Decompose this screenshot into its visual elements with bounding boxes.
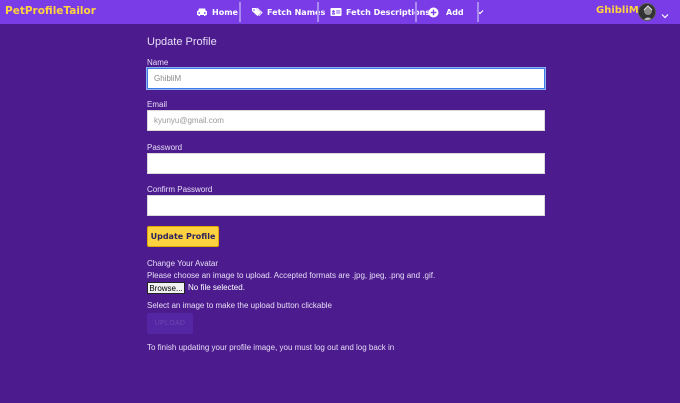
confirm-password-field[interactable] bbox=[147, 195, 545, 216]
nav-home[interactable]: Home bbox=[196, 0, 238, 24]
avatar[interactable] bbox=[638, 3, 656, 21]
top-navbar: PetProfileTailor Home Fetch Names Fetch … bbox=[0, 0, 680, 24]
nav-add-dropdown[interactable]: Add bbox=[428, 0, 484, 24]
nav-divider bbox=[477, 2, 479, 22]
nav-divider bbox=[239, 2, 241, 22]
plus-circle-icon bbox=[428, 7, 439, 18]
finish-note: To finish updating your profile image, y… bbox=[147, 343, 395, 352]
nav-home-label: Home bbox=[212, 7, 238, 17]
id-card-icon bbox=[330, 7, 342, 17]
nav-divider bbox=[415, 2, 417, 22]
brand-logo[interactable]: PetProfileTailor bbox=[5, 5, 96, 17]
browse-button[interactable]: Browse... bbox=[147, 282, 185, 294]
avatar-heading: Change Your Avatar bbox=[147, 259, 219, 268]
email-field[interactable] bbox=[147, 110, 545, 131]
user-menu-chevron-icon[interactable] bbox=[661, 6, 669, 24]
email-label: Email bbox=[147, 100, 168, 109]
password-label: Password bbox=[147, 143, 183, 152]
file-status: No file selected. bbox=[188, 283, 245, 292]
upload-button[interactable]: UPLOAD bbox=[147, 313, 193, 334]
name-label: Name bbox=[147, 58, 169, 67]
confirm-password-label: Confirm Password bbox=[147, 185, 213, 194]
user-name[interactable]: GhibliM bbox=[596, 5, 639, 16]
tags-icon bbox=[251, 7, 263, 17]
name-field[interactable] bbox=[147, 68, 545, 89]
update-profile-button[interactable]: Update Profile bbox=[147, 226, 219, 247]
upload-hint: Select an image to make the upload butto… bbox=[147, 301, 333, 310]
nav-add-label: Add bbox=[446, 7, 464, 17]
page-title: Update Profile bbox=[147, 36, 217, 48]
nav-fetch-descriptions-label: Fetch Descriptions bbox=[346, 7, 431, 17]
nav-fetch-names[interactable]: Fetch Names bbox=[251, 0, 325, 24]
nav-divider bbox=[317, 2, 319, 22]
avatar-instructions: Please choose an image to upload. Accept… bbox=[147, 271, 436, 280]
password-field[interactable] bbox=[147, 153, 545, 174]
car-icon bbox=[196, 7, 208, 17]
